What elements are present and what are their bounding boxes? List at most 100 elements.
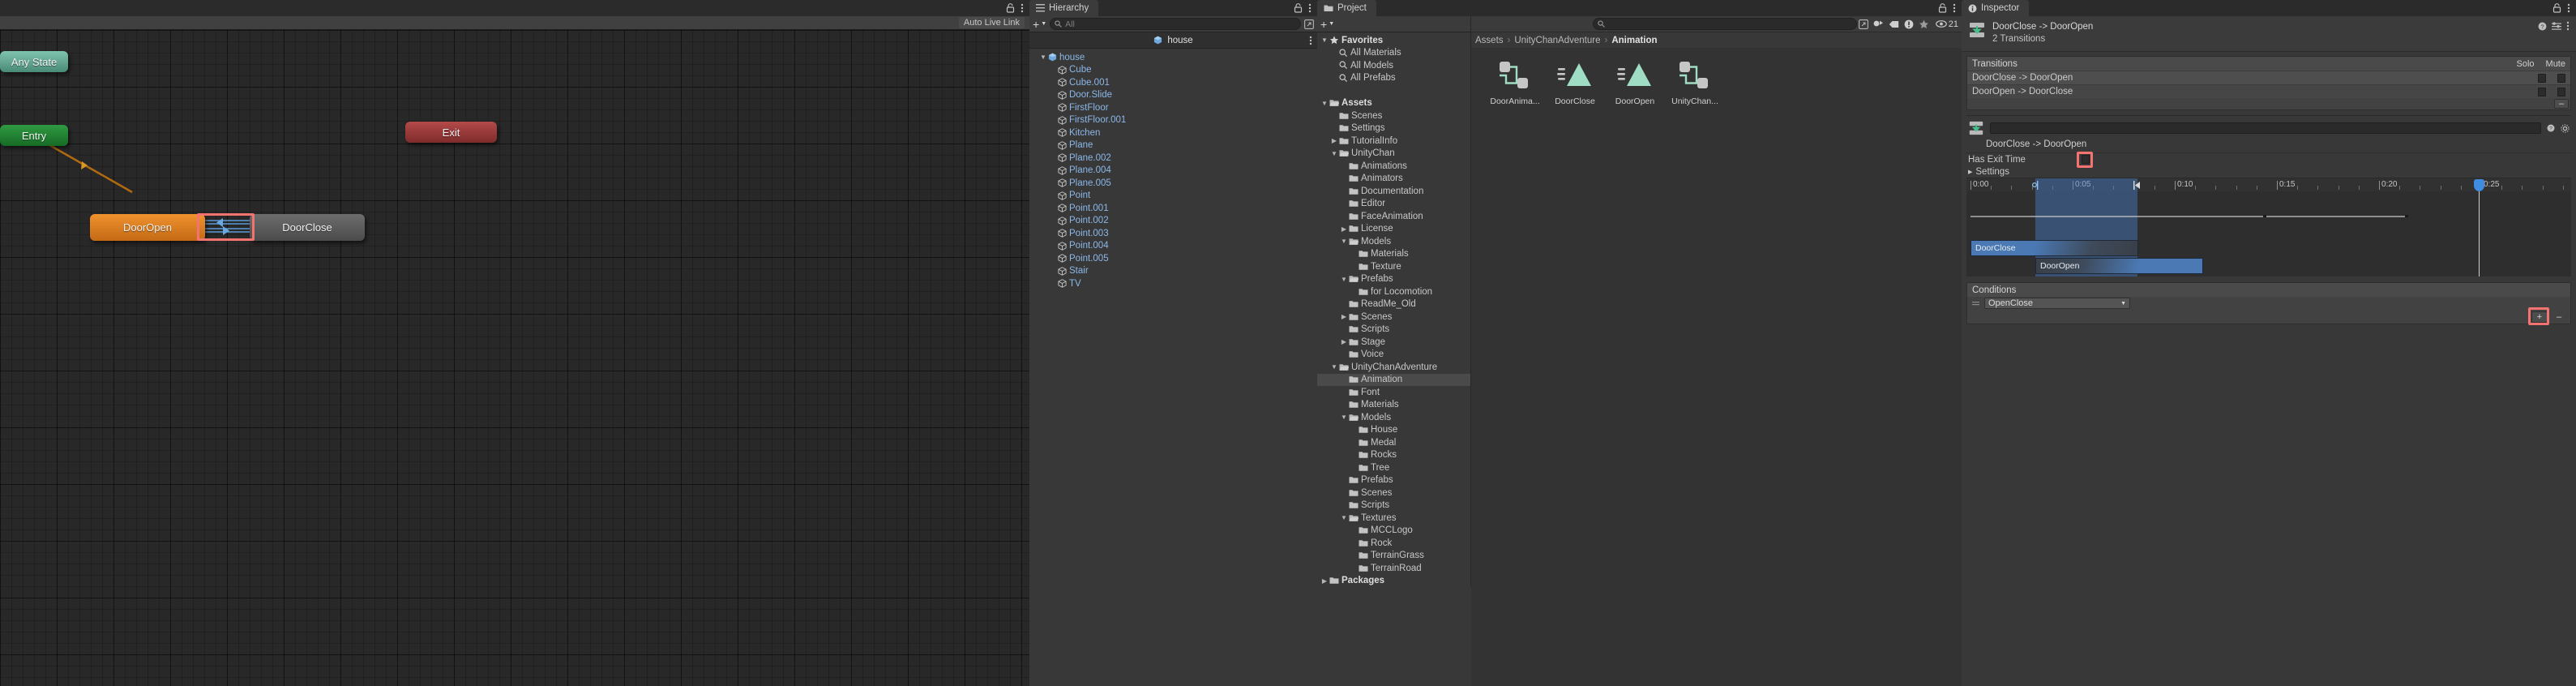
panel-menu-icon[interactable] — [2567, 3, 2570, 13]
tab-project[interactable]: Project — [1317, 0, 1376, 16]
hierarchy-item-door-slide[interactable]: Door.Slide — [1029, 89, 1317, 102]
hierarchy-item-plane-004[interactable]: Plane.004 — [1029, 165, 1317, 178]
hierarchy-item-point-001[interactable]: Point.001 — [1029, 202, 1317, 215]
hierarchy-scene-breadcrumb[interactable]: house — [1029, 32, 1317, 49]
project-item-mcclogo[interactable]: MCCLogo — [1317, 525, 1470, 538]
project-search-input[interactable] — [1593, 18, 1857, 30]
gear-icon[interactable] — [2561, 124, 2570, 133]
project-add-button[interactable]: + ▼ — [1320, 20, 1334, 28]
project-item-models[interactable]: ▼Models — [1317, 235, 1470, 248]
transition-name-input[interactable] — [1990, 122, 2541, 134]
chevron-down-icon[interactable]: ▼ — [1320, 100, 1329, 107]
project-item-textures[interactable]: ▼Textures — [1317, 512, 1470, 525]
lock-icon[interactable] — [1294, 3, 1303, 13]
hierarchy-tree[interactable]: ▼houseCubeCube.001Door.SlideFirstFloorFi… — [1029, 49, 1317, 290]
settings-foldout[interactable]: ▶ Settings — [1966, 165, 2571, 178]
hierarchy-item-point-004[interactable]: Point.004 — [1029, 240, 1317, 253]
timeline-clip-doorclose[interactable]: DoorClose — [1971, 240, 2138, 256]
transition-row[interactable]: DoorClose -> DoorOpen — [1967, 71, 2570, 84]
breadcrumb-assets[interactable]: Assets — [1475, 36, 1504, 45]
project-item-stage[interactable]: ▶Stage — [1317, 336, 1470, 349]
help-icon[interactable]: ? — [2547, 124, 2555, 132]
project-item-editor[interactable]: Editor — [1317, 198, 1470, 211]
remove-transition-button[interactable]: – — [2554, 99, 2569, 109]
project-item-for-locomotion[interactable]: for Locomotion — [1317, 285, 1470, 298]
condition-row[interactable]: OpenClose▼ — [1967, 297, 2570, 310]
node-door-open[interactable]: DoorOpen — [90, 214, 205, 241]
project-item-tree[interactable]: Tree — [1317, 461, 1470, 474]
has-exit-time-checkbox[interactable] — [2082, 155, 2090, 164]
hierarchy-search-input[interactable]: All — [1050, 18, 1301, 30]
remove-condition-button[interactable]: – — [2551, 311, 2567, 323]
chevron-right-icon[interactable]: ▶ — [1330, 137, 1338, 144]
hierarchy-item-plane-002[interactable]: Plane.002 — [1029, 152, 1317, 165]
asset-item[interactable]: UnityChan... — [1669, 59, 1721, 686]
hierarchy-item-kitchen[interactable]: Kitchen — [1029, 126, 1317, 139]
timeline-ruler-selection[interactable] — [2035, 178, 2137, 191]
conditions-list[interactable]: OpenClose▼ — [1967, 297, 2570, 310]
chevron-down-icon[interactable]: ▼ — [1330, 363, 1338, 371]
project-item-prefabs[interactable]: Prefabs — [1317, 474, 1470, 487]
timeline-playhead[interactable] — [2479, 191, 2480, 240]
project-item-scripts[interactable]: Scripts — [1317, 324, 1470, 337]
drag-handle-icon[interactable] — [1972, 300, 1979, 307]
project-item-voice[interactable]: Voice — [1317, 349, 1470, 362]
project-item-assets[interactable]: ▼Assets — [1317, 97, 1470, 110]
preset-icon[interactable] — [2552, 22, 2561, 31]
project-item-license[interactable]: ▶License — [1317, 223, 1470, 236]
open-in-new-window-icon[interactable] — [1304, 19, 1314, 29]
auto-live-link-button[interactable]: Auto Live Link — [959, 17, 1025, 28]
project-item-all-prefabs[interactable]: All Prefabs — [1317, 72, 1470, 85]
hierarchy-item-plane[interactable]: Plane — [1029, 139, 1317, 152]
hierarchy-item-plane-005[interactable]: Plane.005 — [1029, 177, 1317, 190]
project-item-settings[interactable]: Settings — [1317, 122, 1470, 135]
node-any-state[interactable]: Any State — [0, 51, 68, 72]
project-item-medal[interactable]: Medal — [1317, 436, 1470, 449]
condition-parameter-dropdown[interactable]: OpenClose▼ — [1984, 298, 2130, 309]
project-item-models[interactable]: ▼Models — [1317, 411, 1470, 424]
transition-timeline[interactable]: 0:000:050:100:150:200:251: DoorClose Doo… — [1966, 178, 2571, 277]
project-item-scenes[interactable]: Scenes — [1317, 487, 1470, 499]
project-item-documentation[interactable]: Documentation — [1317, 185, 1470, 198]
breadcrumb-animation[interactable]: Animation — [1611, 36, 1657, 45]
project-asset-grid[interactable]: DoorAnima...DoorCloseDoorOpenUnityChan..… — [1471, 48, 1962, 686]
transitions-list[interactable]: DoorClose -> DoorOpenDoorOpen -> DoorClo… — [1967, 71, 2570, 98]
asset-item[interactable]: DoorAnima... — [1489, 59, 1541, 686]
chevron-right-icon[interactable]: ▶ — [1340, 338, 1348, 345]
tab-hierarchy[interactable]: Hierarchy — [1029, 0, 1098, 16]
project-item-animators[interactable]: Animators — [1317, 173, 1470, 186]
hierarchy-item-point[interactable]: Point — [1029, 190, 1317, 203]
node-entry[interactable]: Entry — [0, 125, 68, 146]
project-item-faceanimation[interactable]: FaceAnimation — [1317, 210, 1470, 223]
project-item-readme-old[interactable]: ReadMe_Old — [1317, 298, 1470, 311]
hierarchy-item-stair[interactable]: Stair — [1029, 265, 1317, 278]
project-item-materials[interactable]: Materials — [1317, 399, 1470, 412]
project-item-terraingrass[interactable]: TerrainGrass — [1317, 550, 1470, 563]
lock-icon[interactable] — [2552, 3, 2561, 13]
mute-checkbox[interactable] — [2557, 88, 2565, 96]
project-item-terrainroad[interactable]: TerrainRoad — [1317, 562, 1470, 575]
project-item-scenes[interactable]: ▶Scenes — [1317, 311, 1470, 324]
timeline-ruler[interactable]: 0:000:050:100:150:200:251: — [1966, 178, 2571, 191]
hierarchy-item-point-003[interactable]: Point.003 — [1029, 227, 1317, 240]
project-item-font[interactable]: Font — [1317, 386, 1470, 399]
info-icon[interactable] — [1904, 19, 1914, 29]
lock-icon[interactable] — [1006, 3, 1015, 13]
tab-inspector[interactable]: Inspector — [1962, 0, 2029, 16]
hierarchy-item-firstfloor[interactable]: FirstFloor — [1029, 101, 1317, 114]
panel-menu-icon[interactable] — [1308, 3, 1312, 13]
asset-item[interactable]: DoorClose — [1549, 59, 1601, 686]
project-item-all-models[interactable]: All Models — [1317, 59, 1470, 72]
project-item-house[interactable]: House — [1317, 424, 1470, 437]
project-item-favorites[interactable]: ▼Favorites — [1317, 34, 1470, 47]
project-item-packages[interactable]: ▶Packages — [1317, 575, 1470, 588]
timeline-clip-dooropen[interactable]: DoorOpen — [2035, 258, 2203, 274]
project-item-materials[interactable]: Materials — [1317, 248, 1470, 261]
timeline-playhead-clips[interactable] — [2479, 240, 2480, 277]
chevron-down-icon[interactable]: ▼ — [1330, 150, 1338, 157]
project-item-unitychanadventure[interactable]: ▼UnityChanAdventure — [1317, 361, 1470, 374]
hierarchy-item-point-005[interactable]: Point.005 — [1029, 252, 1317, 265]
solo-checkbox[interactable] — [2538, 74, 2546, 83]
project-item-animations[interactable]: Animations — [1317, 160, 1470, 173]
project-item-prefabs[interactable]: ▼Prefabs — [1317, 273, 1470, 286]
